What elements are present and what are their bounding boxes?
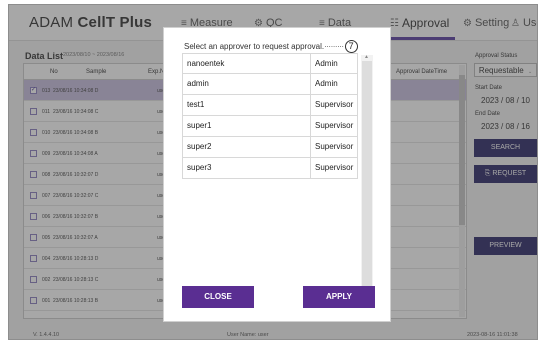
list-item[interactable]: admin Admin [182, 74, 358, 95]
approver-list-scrollbar[interactable]: ▲ ▼ [361, 54, 373, 298]
close-button[interactable]: CLOSE [182, 286, 254, 308]
approver-dialog: Select an approver to request approval.·… [163, 27, 391, 322]
list-item[interactable]: nanoentek Admin [182, 53, 358, 74]
approver-name: nanoentek [183, 54, 311, 73]
approver-role: Supervisor [315, 100, 354, 109]
scrollbar-thumb[interactable] [362, 61, 372, 287]
scroll-up-icon[interactable]: ▲ [364, 54, 369, 60]
list-item[interactable]: super1 Supervisor [182, 116, 358, 137]
leader-dots: ········· [324, 42, 344, 51]
dialog-title-text: Select an approver to request approval. [184, 42, 325, 51]
apply-button[interactable]: APPLY [303, 286, 375, 308]
list-item[interactable]: super3 Supervisor [182, 158, 358, 179]
list-item[interactable]: super2 Supervisor [182, 137, 358, 158]
approver-name: super2 [183, 137, 311, 157]
approver-name: super1 [183, 116, 311, 136]
approver-role: Supervisor [315, 142, 354, 151]
callout-number: 7 [344, 40, 358, 53]
approver-name: test1 [183, 95, 311, 115]
dialog-title: Select an approver to request approval.·… [184, 40, 358, 53]
approver-name: super3 [183, 158, 311, 178]
approver-name: admin [183, 74, 311, 94]
list-item[interactable]: test1 Supervisor [182, 95, 358, 116]
approver-role: Supervisor [315, 163, 354, 172]
approver-role: Admin [315, 79, 338, 88]
approver-role: Admin [315, 59, 338, 68]
approver-list: nanoentek Admin admin Admin test1 Superv… [182, 53, 358, 179]
approver-role: Supervisor [315, 121, 354, 130]
